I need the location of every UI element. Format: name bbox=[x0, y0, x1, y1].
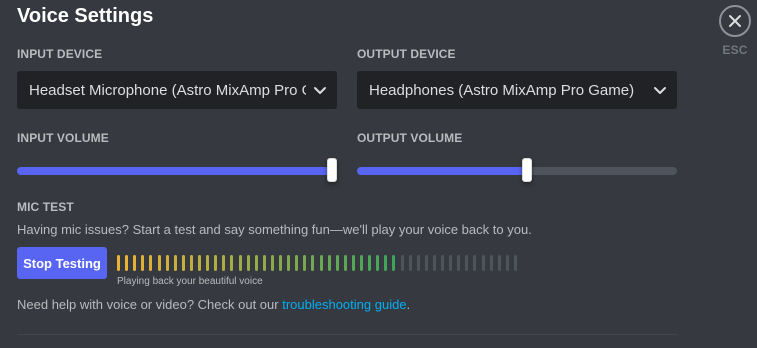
meter-bar bbox=[189, 255, 193, 271]
output-device-value: Headphones (Astro MixAmp Pro Game) bbox=[369, 81, 635, 99]
input-device-select[interactable]: Headset Microphone (Astro MixAmp Pro Gam… bbox=[17, 71, 337, 109]
meter-bar bbox=[327, 255, 331, 271]
meter-bar bbox=[416, 255, 420, 271]
mic-test-label: MIC TEST bbox=[17, 200, 74, 214]
meter-bar bbox=[303, 255, 307, 271]
troubleshooting-link[interactable]: troubleshooting guide bbox=[282, 297, 406, 312]
page-title: Voice Settings bbox=[17, 5, 154, 27]
meter-bar bbox=[230, 255, 234, 271]
meter-bar bbox=[497, 255, 501, 271]
meter-bar bbox=[222, 255, 226, 271]
meter-bar bbox=[295, 255, 299, 271]
esc-label: ESC bbox=[722, 43, 748, 57]
meter-bar bbox=[351, 255, 355, 271]
meter-bar bbox=[384, 255, 388, 271]
help-prefix: Need help with voice or video? Check out… bbox=[17, 297, 283, 312]
slider-fill bbox=[357, 167, 527, 175]
playback-status: Playing back your beautiful voice bbox=[117, 276, 263, 287]
meter-bar bbox=[157, 255, 161, 271]
stop-testing-button[interactable]: Stop Testing bbox=[17, 247, 107, 279]
meter-bar bbox=[270, 255, 274, 271]
help-suffix: . bbox=[406, 297, 411, 312]
output-device-select[interactable]: Headphones (Astro MixAmp Pro Game) bbox=[357, 71, 677, 109]
meter-bar bbox=[133, 255, 137, 271]
meter-bar bbox=[125, 255, 129, 271]
meter-bar bbox=[457, 255, 461, 271]
meter-bar bbox=[141, 255, 145, 271]
meter-bar bbox=[117, 255, 120, 271]
meter-bar bbox=[206, 255, 210, 271]
meter-bar bbox=[262, 255, 266, 271]
meter-bar bbox=[465, 255, 469, 271]
meter-bar bbox=[254, 255, 258, 271]
meter-bar bbox=[473, 255, 477, 271]
input-device-value: Headset Microphone (Astro MixAmp Pro Gam… bbox=[29, 81, 306, 99]
meter-bar bbox=[279, 255, 282, 271]
slider-fill bbox=[17, 167, 332, 175]
meter-bar bbox=[424, 255, 428, 271]
slider-thumb[interactable] bbox=[327, 158, 337, 182]
meter-bar bbox=[449, 255, 453, 271]
meter-bar bbox=[173, 255, 177, 271]
divider bbox=[17, 334, 677, 335]
meter-bar bbox=[181, 255, 185, 271]
meter-bar bbox=[335, 255, 339, 271]
meter-bar bbox=[238, 255, 242, 271]
output-device-label: OUTPUT DEVICE bbox=[357, 47, 456, 61]
meter-bar bbox=[319, 255, 323, 271]
chevron-down-icon bbox=[314, 87, 326, 94]
meter-bar bbox=[246, 255, 250, 271]
meter-bar bbox=[149, 255, 153, 271]
meter-bar bbox=[432, 255, 436, 271]
mic-level-meter bbox=[117, 255, 677, 271]
input-volume-label: INPUT VOLUME bbox=[17, 131, 109, 145]
close-icon bbox=[729, 15, 741, 27]
meter-bar bbox=[481, 255, 485, 271]
mic-test-description: Having mic issues? Start a test and say … bbox=[17, 222, 532, 237]
meter-bar bbox=[400, 255, 404, 271]
input-device-label: INPUT DEVICE bbox=[17, 47, 103, 61]
meter-bar bbox=[343, 255, 347, 271]
input-volume-slider[interactable] bbox=[17, 158, 337, 182]
output-volume-slider[interactable] bbox=[357, 158, 677, 182]
meter-bar bbox=[287, 255, 291, 271]
meter-bar bbox=[311, 255, 315, 271]
meter-bar bbox=[513, 255, 517, 271]
help-text: Need help with voice or video? Check out… bbox=[17, 297, 410, 312]
close-button[interactable] bbox=[719, 5, 751, 37]
meter-bar bbox=[408, 255, 412, 271]
output-volume-label: OUTPUT VOLUME bbox=[357, 131, 463, 145]
meter-bar bbox=[392, 255, 396, 271]
slider-thumb[interactable] bbox=[521, 158, 532, 182]
meter-bar bbox=[376, 255, 380, 271]
meter-bar bbox=[489, 255, 493, 271]
meter-bar bbox=[360, 255, 363, 271]
chevron-down-icon bbox=[654, 87, 666, 94]
meter-bar bbox=[368, 255, 372, 271]
meter-bar bbox=[441, 255, 444, 271]
meter-bar bbox=[198, 255, 201, 271]
close-control: ESC bbox=[717, 5, 753, 57]
meter-bar bbox=[165, 255, 169, 271]
meter-bar bbox=[505, 255, 509, 271]
meter-bar bbox=[214, 255, 218, 271]
